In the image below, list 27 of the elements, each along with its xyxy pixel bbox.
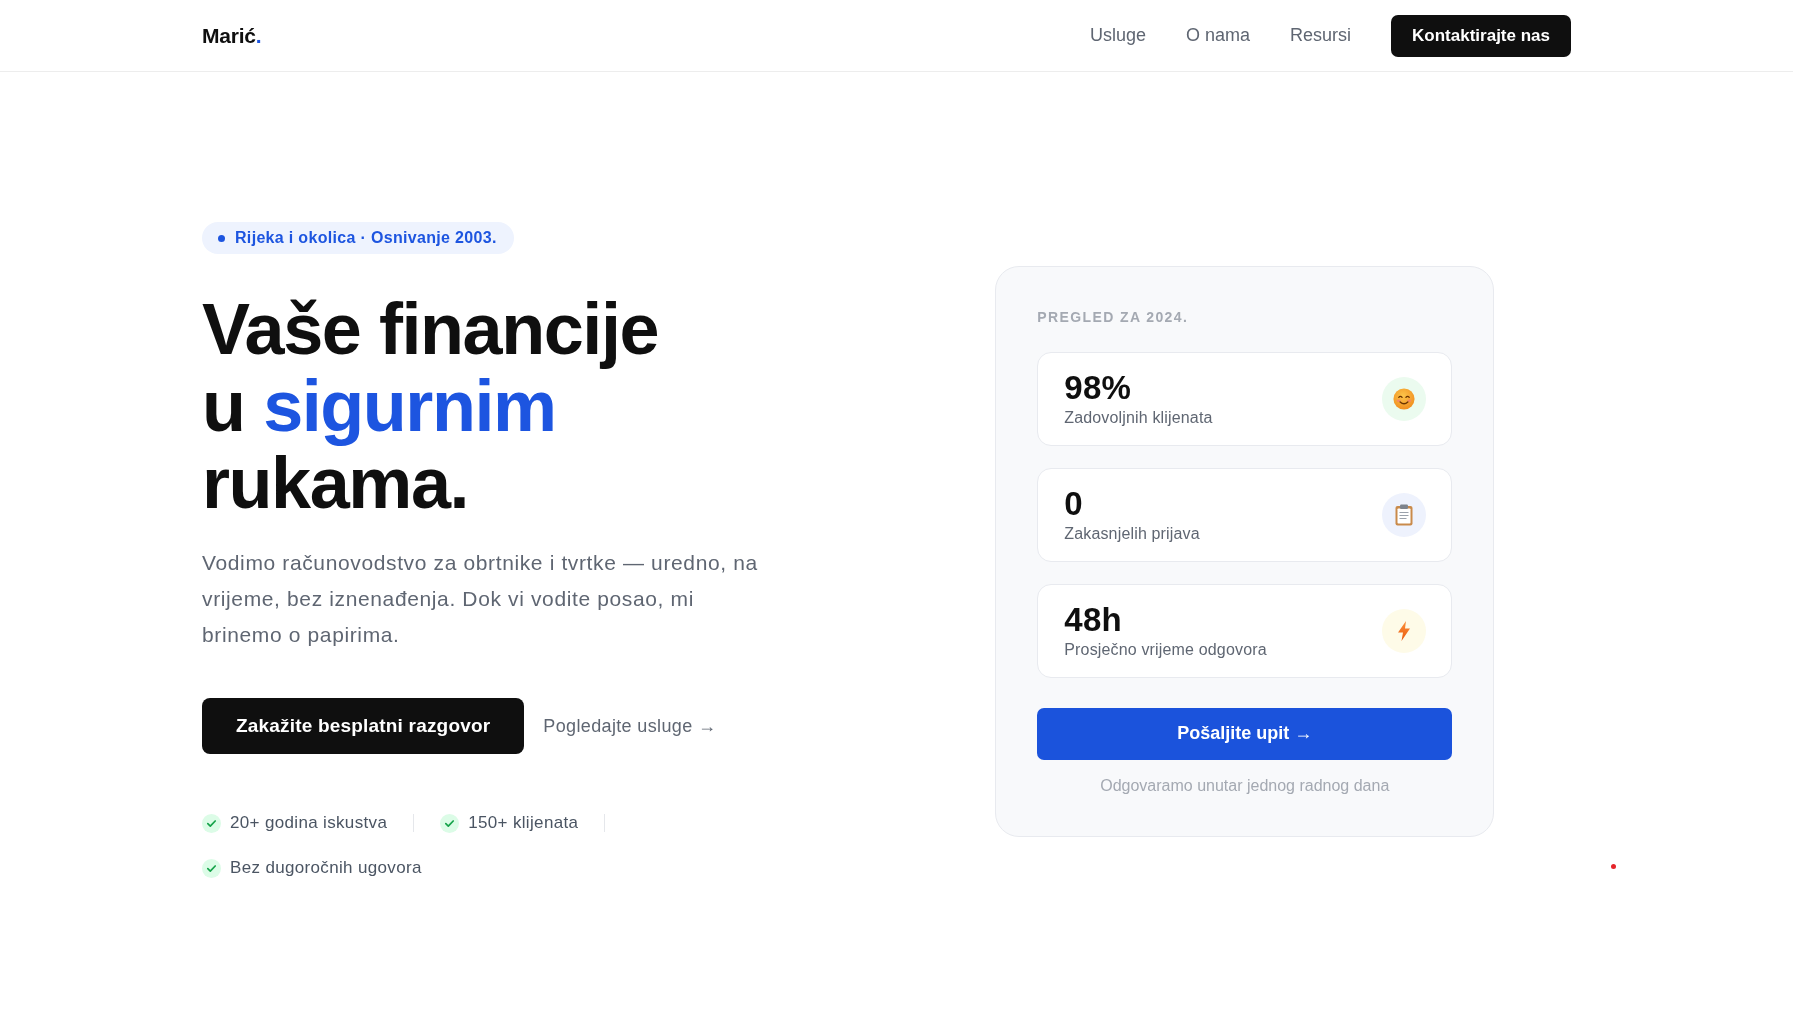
send-inquiry-button[interactable]: Pošaljite upit → <box>1037 707 1453 760</box>
stat-value: 48h <box>1064 601 1124 638</box>
highlight-text: Bez dugoročnih ugovora <box>230 858 422 878</box>
response-note: Odgovaramo unutar jednog radnog dana <box>1099 775 1391 796</box>
stat-label: Zakasnjelih prijava <box>1064 523 1200 544</box>
badge-text: Rijeka i okolica · Osnivanje 2003. <box>235 229 497 247</box>
dot-icon <box>1611 864 1616 869</box>
nav-link[interactable]: Resursi <box>1290 25 1352 46</box>
stat-value: 98% <box>1064 369 1133 406</box>
check-icon <box>440 813 460 833</box>
check-icon <box>202 813 221 833</box>
nav-link[interactable]: Usluge <box>1090 25 1146 46</box>
card-title: PREGLED ZA 2024. <box>1037 307 1190 327</box>
services-link[interactable]: Pogledajte usluge → <box>543 715 717 737</box>
dot-icon <box>218 234 225 242</box>
logo[interactable]: Marić. <box>202 23 262 48</box>
stat-label: Zadovoljnih klijenata <box>1064 407 1213 428</box>
highlight-text: 150+ klijenata <box>468 813 579 833</box>
stat-value: 0 <box>1064 485 1084 522</box>
highlight-text: 20+ godina iskustva <box>230 813 388 833</box>
book-call-button[interactable]: Zakažite besplatni razgovor <box>202 698 525 754</box>
intro-paragraph: Vodimo računovodstvo za obrtnike i tvrtke — uredno, na vrijeme, bez iznenađenja. Dok vi vodite posao, mi brinemo o papirima. <box>202 550 758 648</box>
stat-label: Prosječno vrijeme odgovora <box>1064 639 1267 660</box>
check-icon <box>202 858 221 878</box>
nav-link[interactable]: O nama <box>1186 25 1251 46</box>
contact-button[interactable]: Kontaktirajte nas <box>1391 14 1571 57</box>
headline: Vaše financije u sigurnim rukama. <box>202 291 659 522</box>
